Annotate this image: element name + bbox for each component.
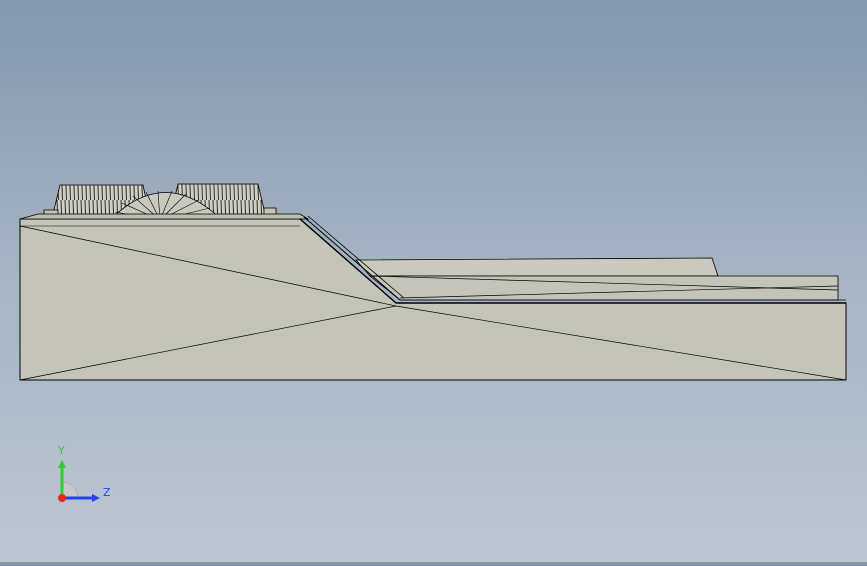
y-axis-label: Y xyxy=(57,444,65,457)
z-axis-arrowhead xyxy=(92,494,100,502)
orientation-triad[interactable]: Y Z xyxy=(40,438,120,518)
z-axis-label: Z xyxy=(103,486,111,499)
x-axis-dot xyxy=(58,494,66,502)
graphics-viewport[interactable]: Y Z xyxy=(0,0,867,562)
model-view[interactable] xyxy=(0,0,867,562)
upper-rail xyxy=(355,257,839,301)
y-axis-arrowhead xyxy=(58,460,66,468)
